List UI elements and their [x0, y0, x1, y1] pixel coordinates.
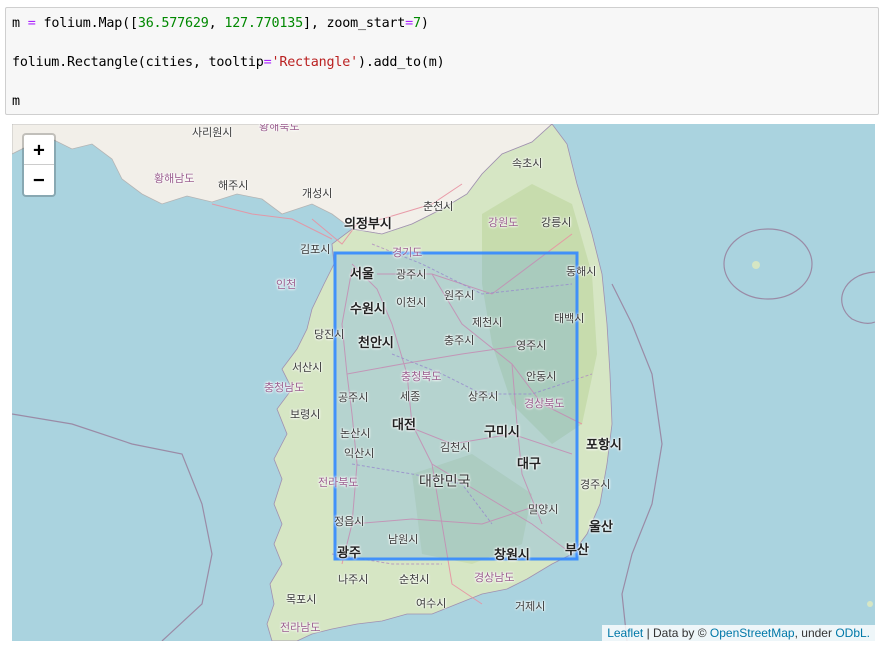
label-sejong: 세종 [400, 390, 421, 403]
code-line-1: m = folium.Map([36.577629, 127.770135], … [12, 16, 429, 31]
label-jeongeup: 정읍시 [334, 515, 365, 528]
label-dangjin: 당진시 [314, 328, 345, 341]
code-line-2: folium.Rectangle(cities, tooltip='Rectan… [12, 55, 445, 70]
label-gwangju-si: 광주시 [396, 268, 427, 281]
label-hwanghae-s: 황해남도 [154, 172, 195, 185]
label-daegu: 대구 [517, 457, 541, 472]
label-kaesong: 개성시 [302, 187, 333, 200]
label-chuncheon: 춘천시 [423, 200, 454, 213]
label-gyeongnam: 경상남도 [474, 571, 515, 584]
label-gyeongju: 경주시 [580, 478, 611, 491]
zoom-in-button[interactable]: + [24, 135, 54, 165]
label-gongju: 공주시 [338, 391, 369, 404]
label-taebaek: 태백시 [554, 312, 585, 325]
label-mokpo: 목포시 [286, 593, 317, 606]
map-container[interactable]: 사리원시 황해북도 황해남도 해주시 개성시 속초시 의정부시 춘천시 강원도 … [12, 124, 875, 641]
label-seoul: 서울 [350, 267, 374, 282]
label-pohang: 포항시 [586, 438, 622, 453]
label-korea: 대한민국 [419, 474, 471, 490]
label-jeonbuk: 전라북도 [318, 476, 359, 489]
osm-link[interactable]: OpenStreetMap [710, 626, 795, 640]
label-yeongju: 영주시 [516, 339, 547, 352]
label-chungbuk: 충청북도 [401, 370, 442, 383]
label-sangju: 상주시 [468, 390, 499, 403]
code-cell[interactable]: m = folium.Map([36.577629, 127.770135], … [5, 7, 879, 115]
label-jecheon: 제천시 [472, 316, 503, 329]
label-sariwon: 사리원시 [192, 126, 233, 139]
leaflet-link[interactable]: Leaflet [607, 626, 643, 640]
label-incheon: 인천 [276, 278, 297, 291]
label-suncheon: 순천시 [399, 573, 430, 586]
label-icheon: 이천시 [396, 296, 427, 309]
label-gwangju: 광주 [337, 546, 361, 561]
label-namwon: 남원시 [388, 533, 419, 546]
label-yeosu: 여수시 [416, 597, 447, 610]
label-jeonnam: 전라남도 [280, 621, 321, 634]
label-changwon: 창원시 [494, 548, 530, 563]
attribution-under: , under [794, 626, 836, 640]
label-gyeonggi: 경기도 [392, 246, 423, 259]
label-naju: 나주시 [338, 573, 369, 586]
tsushima-tip [867, 601, 873, 607]
code-line-3: m [12, 94, 20, 109]
label-gyeongbuk: 경상북도 [524, 397, 565, 410]
label-haeju: 해주시 [218, 179, 249, 192]
label-gimcheon: 김천시 [440, 441, 471, 454]
label-chungnam: 충청남도 [264, 381, 305, 394]
label-chungju: 충주시 [444, 334, 475, 347]
zoom-control: + − [22, 133, 56, 197]
ulleungdo [752, 261, 760, 269]
odbl-link[interactable]: ODbL. [835, 626, 870, 640]
label-uijeongbu: 의정부시 [344, 217, 392, 232]
label-busan: 부산 [565, 543, 589, 558]
label-gimpo: 김포시 [300, 243, 331, 256]
label-donghae: 동해시 [566, 265, 597, 278]
label-daejeon: 대전 [392, 418, 416, 433]
label-iksan: 익산시 [344, 447, 375, 460]
zoom-out-button[interactable]: − [24, 165, 54, 194]
label-nonsan: 논산시 [340, 427, 371, 440]
label-miryang: 밀양시 [528, 503, 559, 516]
label-gangwon: 강원도 [488, 216, 519, 229]
label-gangneung: 강릉시 [541, 216, 572, 229]
label-suwon: 수원시 [350, 302, 386, 317]
label-seosan: 서산시 [292, 361, 323, 374]
attribution-data-by: | Data by © [643, 626, 710, 640]
label-boryeong: 보령시 [290, 408, 321, 421]
label-wonju: 원주시 [444, 289, 475, 302]
label-andong: 안동시 [526, 370, 557, 383]
label-sokcho: 속초시 [512, 157, 543, 170]
label-ulsan: 울산 [589, 520, 613, 535]
label-geoje: 거제시 [515, 600, 546, 613]
label-cheonan: 천안시 [358, 336, 394, 351]
label-gumi: 구미시 [484, 425, 520, 440]
label-hwanghae-n: 황해북도 [259, 124, 300, 133]
map-attribution: Leaflet | Data by © OpenStreetMap, under… [602, 625, 875, 641]
